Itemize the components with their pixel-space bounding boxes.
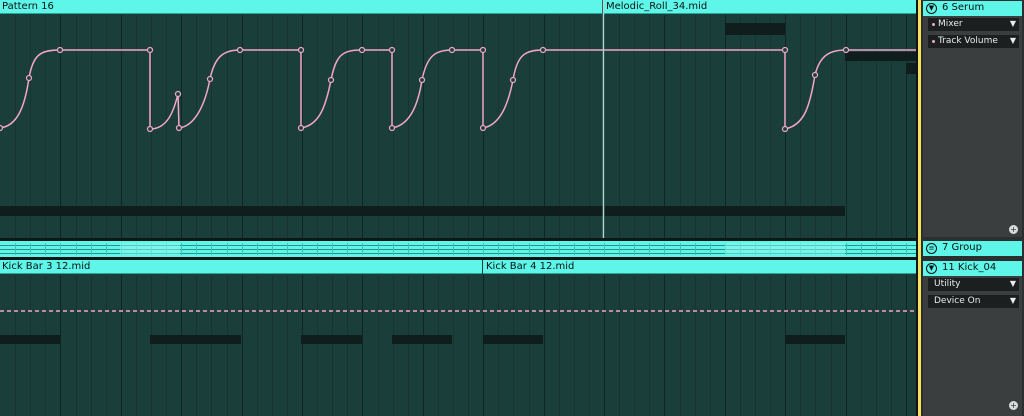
note-bar[interactable] [906, 63, 916, 74]
chevron-down-icon[interactable]: ▼ [926, 3, 937, 14]
arrangement-view[interactable]: Pattern 16 Melodic_Roll_34.mid Kick Bar … [0, 0, 916, 416]
note-bar[interactable] [845, 52, 916, 61]
track-body-kick: Utility ▼ Device On ▼ + [923, 276, 1022, 416]
add-automation-lane-button[interactable]: + [1009, 225, 1018, 234]
automation-breakpoint[interactable] [509, 76, 517, 84]
note-bar[interactable] [483, 335, 543, 344]
automation-breakpoint[interactable] [479, 46, 487, 54]
dropdown-arrow-icon: ▼ [1009, 36, 1016, 45]
device-chooser[interactable]: Utility ▼ [928, 278, 1019, 291]
automation-breakpoint[interactable] [25, 74, 33, 82]
automation-breakpoint[interactable] [297, 46, 305, 54]
clip-header-kick-bar-4[interactable]: Kick Bar 4 12.mid [483, 260, 916, 274]
automation-breakpoint[interactable] [146, 125, 154, 133]
automation-breakpoint[interactable] [811, 71, 819, 79]
automation-breakpoint[interactable] [175, 124, 183, 132]
clip-name: Kick Bar 3 12.mid [2, 261, 91, 272]
chevron-down-icon[interactable]: ▼ [926, 263, 937, 274]
automation-breakpoint[interactable] [479, 124, 487, 132]
automation-breakpoint[interactable] [539, 46, 547, 54]
group-icon[interactable]: ≡ [926, 243, 937, 254]
device-chooser-label: Mixer [938, 19, 963, 29]
group-track-lane[interactable] [0, 241, 916, 257]
track-header-serum[interactable]: ▼ 6 Serum [923, 1, 1022, 16]
add-automation-lane-button[interactable]: + [1009, 401, 1018, 410]
kick-clip-area[interactable] [0, 275, 916, 416]
control-chooser[interactable]: Device On ▼ [928, 295, 1019, 308]
control-chooser[interactable]: Track Volume ▼ [928, 35, 1019, 48]
automation-breakpoint[interactable] [174, 90, 182, 98]
track-name: 6 Serum [942, 2, 985, 13]
track-name: 7 Group [942, 242, 982, 253]
control-chooser-label: Track Volume [938, 36, 998, 46]
automation-breakpoint[interactable] [448, 46, 456, 54]
automation-breakpoint[interactable] [236, 46, 244, 54]
note-bar[interactable] [0, 206, 845, 216]
automation-breakpoint[interactable] [146, 46, 154, 54]
group-overview-highlight [725, 243, 845, 255]
automation-breakpoint[interactable] [388, 124, 396, 132]
note-bar[interactable] [301, 335, 362, 344]
note-bar[interactable] [392, 335, 452, 344]
automation-dot-icon [932, 23, 935, 26]
automation-breakpoint[interactable] [781, 46, 789, 54]
automation-breakpoint[interactable] [56, 46, 64, 54]
automation-breakpoint[interactable] [388, 46, 396, 54]
note-bar[interactable] [785, 335, 845, 344]
clip-name: Kick Bar 4 12.mid [486, 261, 575, 272]
dropdown-arrow-icon: ▼ [1009, 296, 1016, 305]
track-body-serum: Mixer ▼ Track Volume ▼ + [923, 16, 1022, 237]
automation-breakpoint[interactable] [418, 76, 426, 84]
note-bar[interactable] [0, 335, 60, 344]
device-chooser[interactable]: Mixer ▼ [928, 18, 1019, 31]
automation-curve[interactable] [0, 49, 916, 130]
group-clip-overview [0, 243, 916, 255]
note-bar[interactable] [150, 335, 241, 344]
control-chooser-label: Device On [934, 296, 981, 306]
automation-breakpoint[interactable] [327, 76, 335, 84]
automation-breakpoint[interactable] [358, 46, 366, 54]
dropdown-arrow-icon: ▼ [1009, 19, 1016, 28]
automation-breakpoint[interactable] [842, 46, 850, 54]
dropdown-arrow-icon: ▼ [1009, 279, 1016, 288]
automation-breakpoint[interactable] [206, 75, 214, 83]
note-bar[interactable] [725, 23, 785, 35]
automation-breakpoint[interactable] [0, 124, 4, 132]
automation-breakpoints[interactable] [0, 46, 850, 133]
track-header-kick[interactable]: ▼ 11 Kick_04 [923, 261, 1022, 276]
automation-breakpoint[interactable] [297, 124, 305, 132]
track-name: 11 Kick_04 [942, 262, 997, 273]
track-header-group[interactable]: ≡ 7 Group [923, 241, 1022, 256]
device-chooser-label: Utility [934, 279, 961, 289]
clip-header-kick-bar-3[interactable]: Kick Bar 3 12.mid [0, 260, 482, 274]
automation-breakpoint[interactable] [781, 125, 789, 133]
automation-dot-icon [932, 40, 935, 43]
track-header-panel: ▼ 6 Serum Mixer ▼ Track Volume ▼ + ≡ 7 G… [921, 0, 1024, 416]
group-overview-highlight [120, 243, 180, 255]
